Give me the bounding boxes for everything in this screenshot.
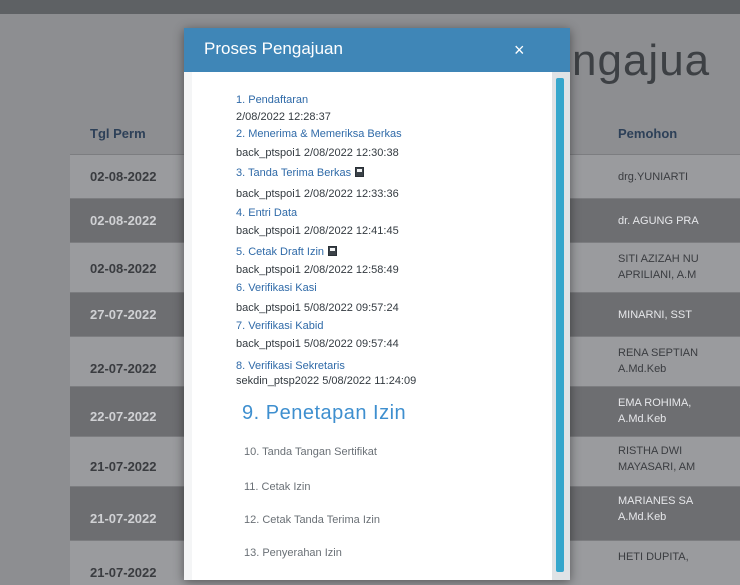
step-label[interactable]: 6. Verifikasi Kasi: [236, 282, 317, 294]
step-label[interactable]: 3. Tanda Terima Berkas: [236, 167, 365, 179]
modal-header: Proses Pengajuan ×: [184, 28, 570, 72]
pending-step: 10. Tanda Tangan Sertifikat: [244, 446, 377, 458]
step-meta: back_ptspoi1 2/08/2022 12:33:36: [236, 188, 399, 200]
row-applicant-line1: EMA ROHIMA,: [618, 397, 692, 409]
row-date: 22-07-2022: [90, 409, 157, 424]
top-bar: [0, 0, 740, 14]
row-date: 02-08-2022: [90, 213, 157, 228]
step-meta: back_ptspoi1 5/08/2022 09:57:44: [236, 338, 399, 350]
pending-step: 13. Penyerahan Izin: [244, 547, 342, 559]
file-icon[interactable]: [355, 167, 365, 177]
scrollbar[interactable]: [552, 72, 570, 580]
close-icon[interactable]: ×: [514, 40, 525, 61]
row-date: 27-07-2022: [90, 307, 157, 322]
modal-title: Proses Pengajuan: [204, 39, 343, 58]
pending-step: 11. Cetak Izin: [244, 481, 311, 493]
row-date: 21-07-2022: [90, 459, 157, 474]
row-applicant-line1: MARIANES SA: [618, 495, 694, 507]
row-applicant-line2: MAYASARI, AM: [618, 461, 696, 473]
row-applicant-line2: A.Md.Keb: [618, 413, 667, 425]
row-applicant: dr. AGUNG PRA: [618, 215, 699, 227]
step-label[interactable]: 2. Menerima & Memeriksa Berkas: [236, 128, 402, 140]
step-meta: back_ptspoi1 5/08/2022 09:57:24: [236, 302, 399, 314]
scrollbar-thumb[interactable]: [556, 78, 564, 572]
row-applicant-line1: SITI AZIZAH NU: [618, 253, 699, 265]
row-date: 02-08-2022: [90, 261, 157, 276]
step-meta: back_ptspoi1 2/08/2022 12:41:45: [236, 225, 399, 237]
row-applicant: drg.YUNIARTI: [618, 171, 689, 183]
current-step: 9. Penetapan Izin: [242, 402, 407, 424]
row-applicant-line2: A.Md.Keb: [618, 511, 667, 523]
row-date: 21-07-2022: [90, 511, 157, 526]
column-header-date[interactable]: Tgl Perm: [90, 126, 146, 141]
step-label[interactable]: 4. Entri Data: [236, 207, 297, 219]
step-label-text: 3. Tanda Terima Berkas: [236, 167, 352, 179]
row-applicant-line1: RENA SEPTIAN: [618, 347, 699, 359]
row-applicant: MINARNI, SST: [618, 309, 692, 321]
row-applicant-line2: APRILIANI, A.M: [618, 269, 697, 281]
step-label[interactable]: 7. Verifikasi Kabid: [236, 320, 323, 332]
row-applicant-line1: RISTHA DWI: [618, 445, 683, 457]
step-meta: sekdin_ptsp2022 5/08/2022 11:24:09: [236, 375, 417, 387]
step-meta: 2/08/2022 12:28:37: [236, 111, 331, 123]
row-applicant-line2: A.Md.Keb: [618, 363, 667, 375]
row-date: 22-07-2022: [90, 361, 157, 376]
step-label[interactable]: 8. Verifikasi Sekretaris: [236, 360, 345, 372]
page-title: ngajua: [572, 36, 711, 85]
column-header-applicant[interactable]: Pemohon: [618, 126, 677, 141]
step-label[interactable]: 1. Pendaftaran: [236, 94, 308, 106]
row-applicant: HETI DUPITA,: [618, 551, 689, 563]
row-date: 02-08-2022: [90, 169, 157, 184]
step-meta: back_ptspoi1 2/08/2022 12:30:38: [236, 147, 399, 159]
file-icon[interactable]: [328, 246, 338, 256]
step-meta: back_ptspoi1 2/08/2022 12:58:49: [236, 264, 399, 276]
row-date: 21-07-2022: [90, 565, 157, 580]
step-label[interactable]: 5. Cetak Draft Izin: [236, 246, 338, 258]
pending-step: 12. Cetak Tanda Terima Izin: [244, 514, 380, 526]
step-label-text: 5. Cetak Draft Izin: [236, 246, 325, 258]
